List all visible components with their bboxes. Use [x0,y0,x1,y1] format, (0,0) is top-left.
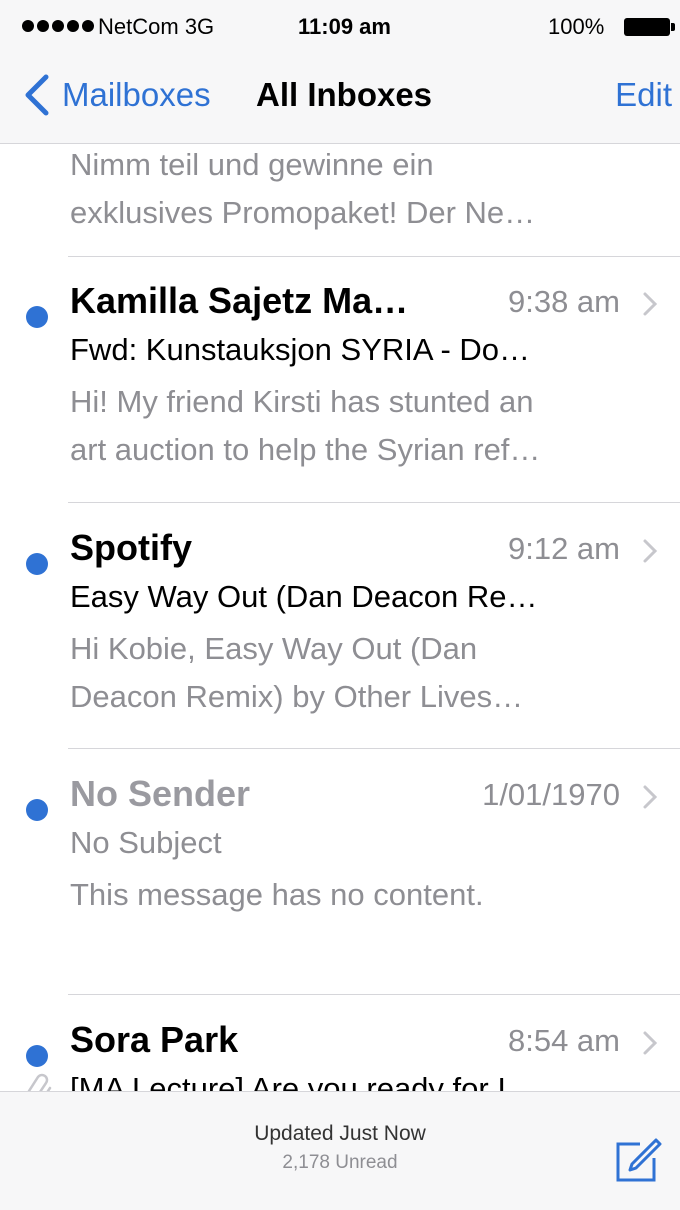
preview-line: art auction to help the Syrian ref… [70,432,541,467]
compose-icon[interactable] [612,1136,662,1186]
list-item-partial[interactable]: Nimm teil und gewinne ein exklusives Pro… [70,143,670,237]
message-subject: No Subject [70,825,222,860]
divider [68,502,680,503]
divider [68,748,680,749]
bottom-toolbar: Updated Just Now 2,178 Unread [0,1091,680,1210]
back-label: Mailboxes [62,76,211,113]
disclosure-chevron-icon [643,785,658,809]
message-time: 8:54 am [507,1023,620,1058]
preview-line: Nimm teil und gewinne ein [70,147,434,182]
unread-indicator [26,306,48,328]
unread-count: 2,178 Unread [282,1152,398,1173]
divider [68,256,680,257]
preview-line: Deacon Remix) by Other Lives… [70,679,524,714]
message-preview: Hi! My friend Kirsti has stunted an art … [70,378,660,474]
preview-line: Hi Kobie, Easy Way Out (Dan [70,631,478,666]
message-subject: Fwd: Kunstauksjon SYRIA - Do… [70,332,531,367]
list-item[interactable]: Kamilla Sajetz Ma… 9:38 am Fwd: Kunstauk… [0,280,680,502]
unread-indicator [26,1045,48,1067]
message-time: 9:12 am [507,531,620,566]
carrier-label: NetCom 3G [98,14,215,39]
message-subject: Easy Way Out (Dan Deacon Re… [70,579,538,614]
top-bar: NetCom 3G 11:09 am 100% Mailboxes All In… [0,0,680,144]
update-status: Updated Just Now [254,1122,426,1145]
disclosure-chevron-icon [643,292,658,316]
disclosure-chevron-icon [643,1031,658,1055]
message-time: 9:38 am [507,284,620,319]
message-list[interactable]: Nimm teil und gewinne ein exklusives Pro… [0,143,680,1091]
sender-name: Kamilla Sajetz Ma… [70,280,409,321]
sender-name: Spotify [70,527,192,568]
unread-indicator [26,799,48,821]
sender-name: No Sender [70,773,251,814]
unread-indicator [26,553,48,575]
message-subject: [MA Lecture] Are you ready for I… [70,1071,537,1091]
back-chevron-icon [25,74,49,116]
preview-line: Hi! My friend Kirsti has stunted an [70,384,534,419]
list-item[interactable]: Spotify 9:12 am Easy Way Out (Dan Deacon… [0,527,680,749]
battery-icon [624,18,675,36]
list-item[interactable]: Sora Park 8:54 am [MA Lecture] Are you r… [0,1019,680,1091]
page-title: All Inboxes [256,76,433,113]
signal-strength-icon [22,20,94,32]
disclosure-chevron-icon [643,539,658,563]
status-time: 11:09 am [298,14,391,39]
message-preview: Hi Kobie, Easy Way Out (Dan Deacon Remix… [70,625,660,721]
list-item[interactable]: No Sender 1/01/1970 No Subject This mess… [0,773,680,995]
paperclip-icon [27,1073,52,1091]
divider [68,994,680,995]
edit-button[interactable]: Edit [615,76,672,114]
navigation-bar: Mailboxes All Inboxes Edit [0,56,680,143]
status-bar: NetCom 3G 11:09 am 100% [0,0,680,56]
message-time: 1/01/1970 [482,777,620,812]
preview-line: exklusives Promopaket! Der Ne… [70,195,536,230]
sender-name: Sora Park [70,1019,239,1060]
mailboxes-back-button[interactable]: Mailboxes [22,74,211,116]
battery-percent: 100% [548,14,605,39]
message-preview: This message has no content. [70,871,660,919]
preview-line: This message has no content. [70,877,484,912]
